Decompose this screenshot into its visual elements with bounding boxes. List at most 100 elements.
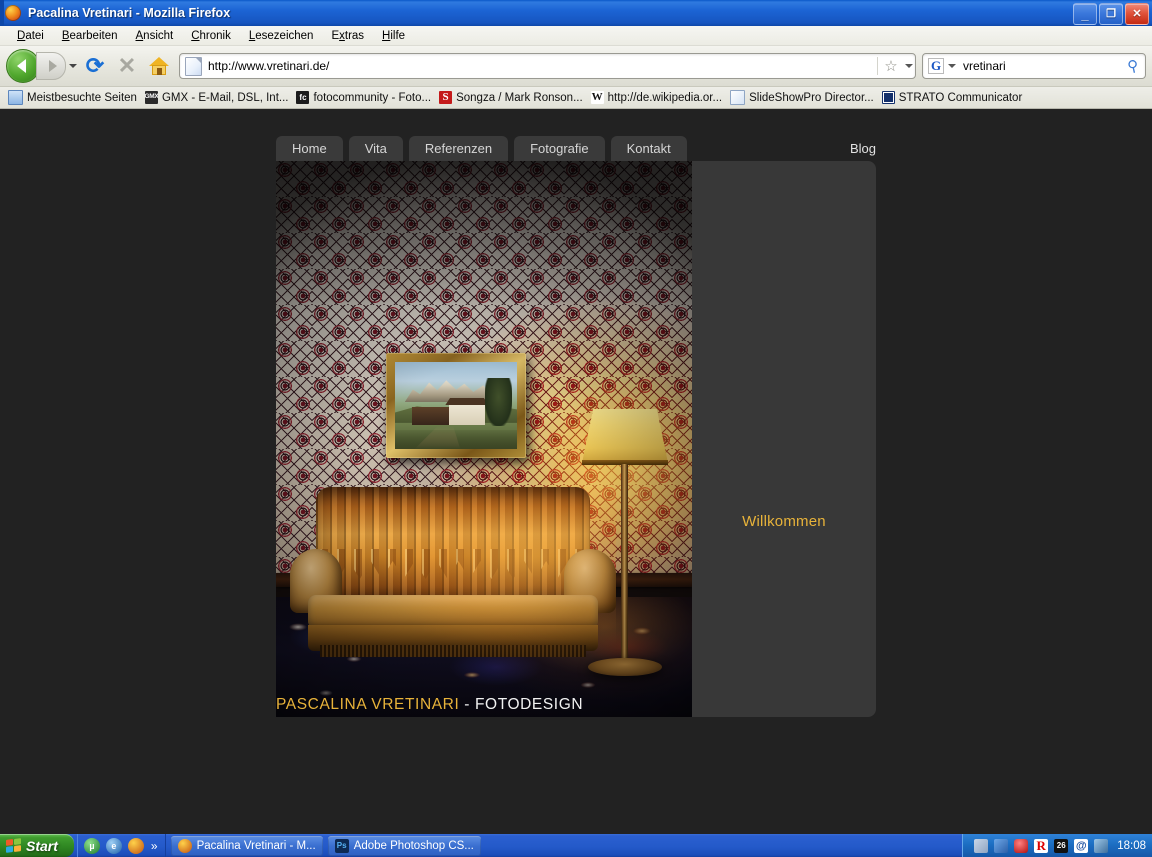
internet-explorer-icon[interactable]: e: [105, 837, 122, 854]
user-icon[interactable]: [1094, 838, 1109, 853]
nav-tab-referenzen[interactable]: Referenzen: [408, 136, 509, 161]
bookmark-label: GMX - E-Mail, DSL, Int...: [161, 91, 289, 104]
network-icon[interactable]: [974, 838, 989, 853]
search-bar[interactable]: G vretinari ⚲: [922, 53, 1146, 79]
network-connections-icon[interactable]: [994, 838, 1009, 853]
close-icon: ✕: [1132, 7, 1142, 20]
nav-tab-kontakt[interactable]: Kontakt: [610, 136, 687, 161]
document-icon: [730, 90, 746, 105]
bookmark-songza[interactable]: S Songza / Mark Ronson...: [437, 91, 589, 104]
bookmark-wikipedia[interactable]: W http://de.wikipedia.or...: [589, 91, 728, 104]
lamp-pole: [621, 464, 628, 664]
page-favicon-icon: [185, 56, 202, 76]
bookmark-label: Meistbesuchte Seiten: [27, 91, 137, 104]
menu-extras[interactable]: Extras: [322, 28, 373, 44]
menu-chronik[interactable]: Chronik: [182, 28, 240, 44]
bookmarks-bar: Meistbesuchte Seiten GMX GMX - E-Mail, D…: [0, 87, 1152, 109]
fotocommunity-icon: fc: [296, 91, 310, 104]
bookmark-label: STRATO Communicator: [898, 91, 1023, 104]
stop-button[interactable]: ✕: [111, 51, 143, 81]
task-button-label: Pacalina Vretinari - M...: [196, 839, 316, 852]
bookmark-fotocommunity[interactable]: fc fotocommunity - Foto...: [294, 91, 437, 104]
menu-bearbeiten[interactable]: Bearbeiten: [53, 28, 127, 44]
url-bar[interactable]: http://www.vretinari.de/ ☆: [179, 53, 916, 79]
url-separator: [877, 57, 878, 75]
utorrent-icon[interactable]: µ: [83, 837, 100, 854]
google-icon[interactable]: G: [928, 58, 944, 74]
home-button[interactable]: [143, 51, 175, 81]
close-button[interactable]: ✕: [1125, 3, 1149, 25]
start-label: Start: [26, 837, 58, 854]
at-sign-icon[interactable]: @: [1074, 838, 1089, 853]
nav-tab-label: Vita: [364, 141, 387, 156]
nav-link-blog[interactable]: Blog: [850, 136, 876, 161]
reload-button[interactable]: ⟳: [79, 51, 111, 81]
search-engine-dropdown-icon[interactable]: [946, 64, 958, 68]
website-container: Home Vita Referenzen Fotografie Kontakt …: [276, 136, 876, 717]
content-panel: Willkommen: [692, 161, 876, 717]
bookmark-star-icon[interactable]: ☆: [880, 57, 902, 75]
nav-tab-label: Referenzen: [424, 141, 493, 156]
welcome-text: Willkommen: [742, 513, 826, 530]
reload-icon: ⟳: [85, 53, 105, 78]
menu-hilfe[interactable]: Hilfe: [373, 28, 414, 44]
sofa-skirt-fringe: [320, 645, 586, 657]
menu-datei[interactable]: Datei: [8, 28, 53, 44]
task-button-photoshop[interactable]: Ps Adobe Photoshop CS...: [327, 835, 481, 856]
bookmark-slideshowpro[interactable]: SlideShowPro Director...: [728, 90, 880, 105]
nav-tab-fotografie[interactable]: Fotografie: [514, 136, 605, 161]
windows-taskbar: Start µ e » Pacalina Vretinari - M... Ps…: [0, 834, 1152, 857]
painting-roof: [445, 397, 489, 406]
bookmark-gmx[interactable]: GMX GMX - E-Mail, DSL, Int...: [143, 91, 295, 104]
painting-tree: [485, 377, 513, 427]
quick-launch-overflow-icon[interactable]: »: [151, 839, 158, 853]
search-input[interactable]: vretinari: [958, 59, 1121, 73]
autocomplete-dropdown-icon[interactable]: [902, 64, 915, 68]
security-shield-icon[interactable]: [1014, 838, 1029, 853]
strato-icon: [881, 91, 895, 104]
bookmark-label: fotocommunity - Foto...: [313, 91, 432, 104]
firefox-icon: [5, 5, 21, 21]
star-folder-icon: [8, 90, 23, 105]
back-button[interactable]: [6, 49, 40, 83]
painting-farmhouse: [448, 402, 486, 426]
firefox-icon[interactable]: [127, 837, 144, 854]
painting-foreground: [395, 429, 517, 449]
bookmark-strato[interactable]: STRATO Communicator: [880, 91, 1029, 104]
avira-antivirus-icon[interactable]: R: [1034, 838, 1049, 853]
restore-icon: ❐: [1106, 7, 1116, 20]
firefox-icon: [177, 838, 192, 853]
forward-button[interactable]: [36, 52, 66, 80]
task-button-label: Adobe Photoshop CS...: [353, 839, 474, 852]
stop-icon: ✕: [117, 53, 137, 78]
history-dropdown-icon[interactable]: [66, 64, 79, 68]
nav-tab-vita[interactable]: Vita: [348, 136, 403, 161]
footer-brand-suffix: - FOTODESIGN: [459, 696, 584, 713]
nav-link-label: Blog: [849, 141, 876, 156]
menu-lesezeichen[interactable]: Lesezeichen: [240, 28, 323, 44]
bookmark-most-visited[interactable]: Meistbesuchte Seiten: [6, 90, 143, 105]
bookmark-label: SlideShowPro Director...: [749, 91, 874, 104]
nav-tab-label: Kontakt: [626, 141, 671, 156]
sofa-seat-cushion: [308, 595, 598, 629]
clock[interactable]: 18:08: [1117, 840, 1146, 852]
hero-photograph: [276, 161, 692, 717]
restore-button[interactable]: ❐: [1099, 3, 1123, 25]
window-title: Pacalina Vretinari - Mozilla Firefox: [28, 6, 231, 20]
task-button-firefox[interactable]: Pacalina Vretinari - M...: [170, 835, 323, 856]
bookmark-label: Songza / Mark Ronson...: [456, 91, 583, 104]
gmx-icon: GMX: [144, 91, 158, 104]
search-icon[interactable]: ⚲: [1119, 55, 1145, 78]
minimize-button[interactable]: _: [1073, 3, 1097, 25]
framed-painting: [386, 353, 526, 458]
nav-tab-label: Home: [292, 141, 327, 156]
window-titlebar: Pacalina Vretinari - Mozilla Firefox _ ❐…: [0, 0, 1152, 26]
window-controls: _ ❐ ✕: [1073, 3, 1149, 25]
nav-tab-home[interactable]: Home: [276, 136, 343, 161]
system-tray: R 26 @ 18:08: [962, 834, 1152, 857]
start-button[interactable]: Start: [0, 834, 74, 857]
vintage-sofa: [290, 487, 616, 657]
menu-ansicht[interactable]: Ansicht: [127, 28, 183, 44]
url-input[interactable]: http://www.vretinari.de/: [208, 59, 875, 73]
counter-icon[interactable]: 26: [1054, 838, 1069, 853]
